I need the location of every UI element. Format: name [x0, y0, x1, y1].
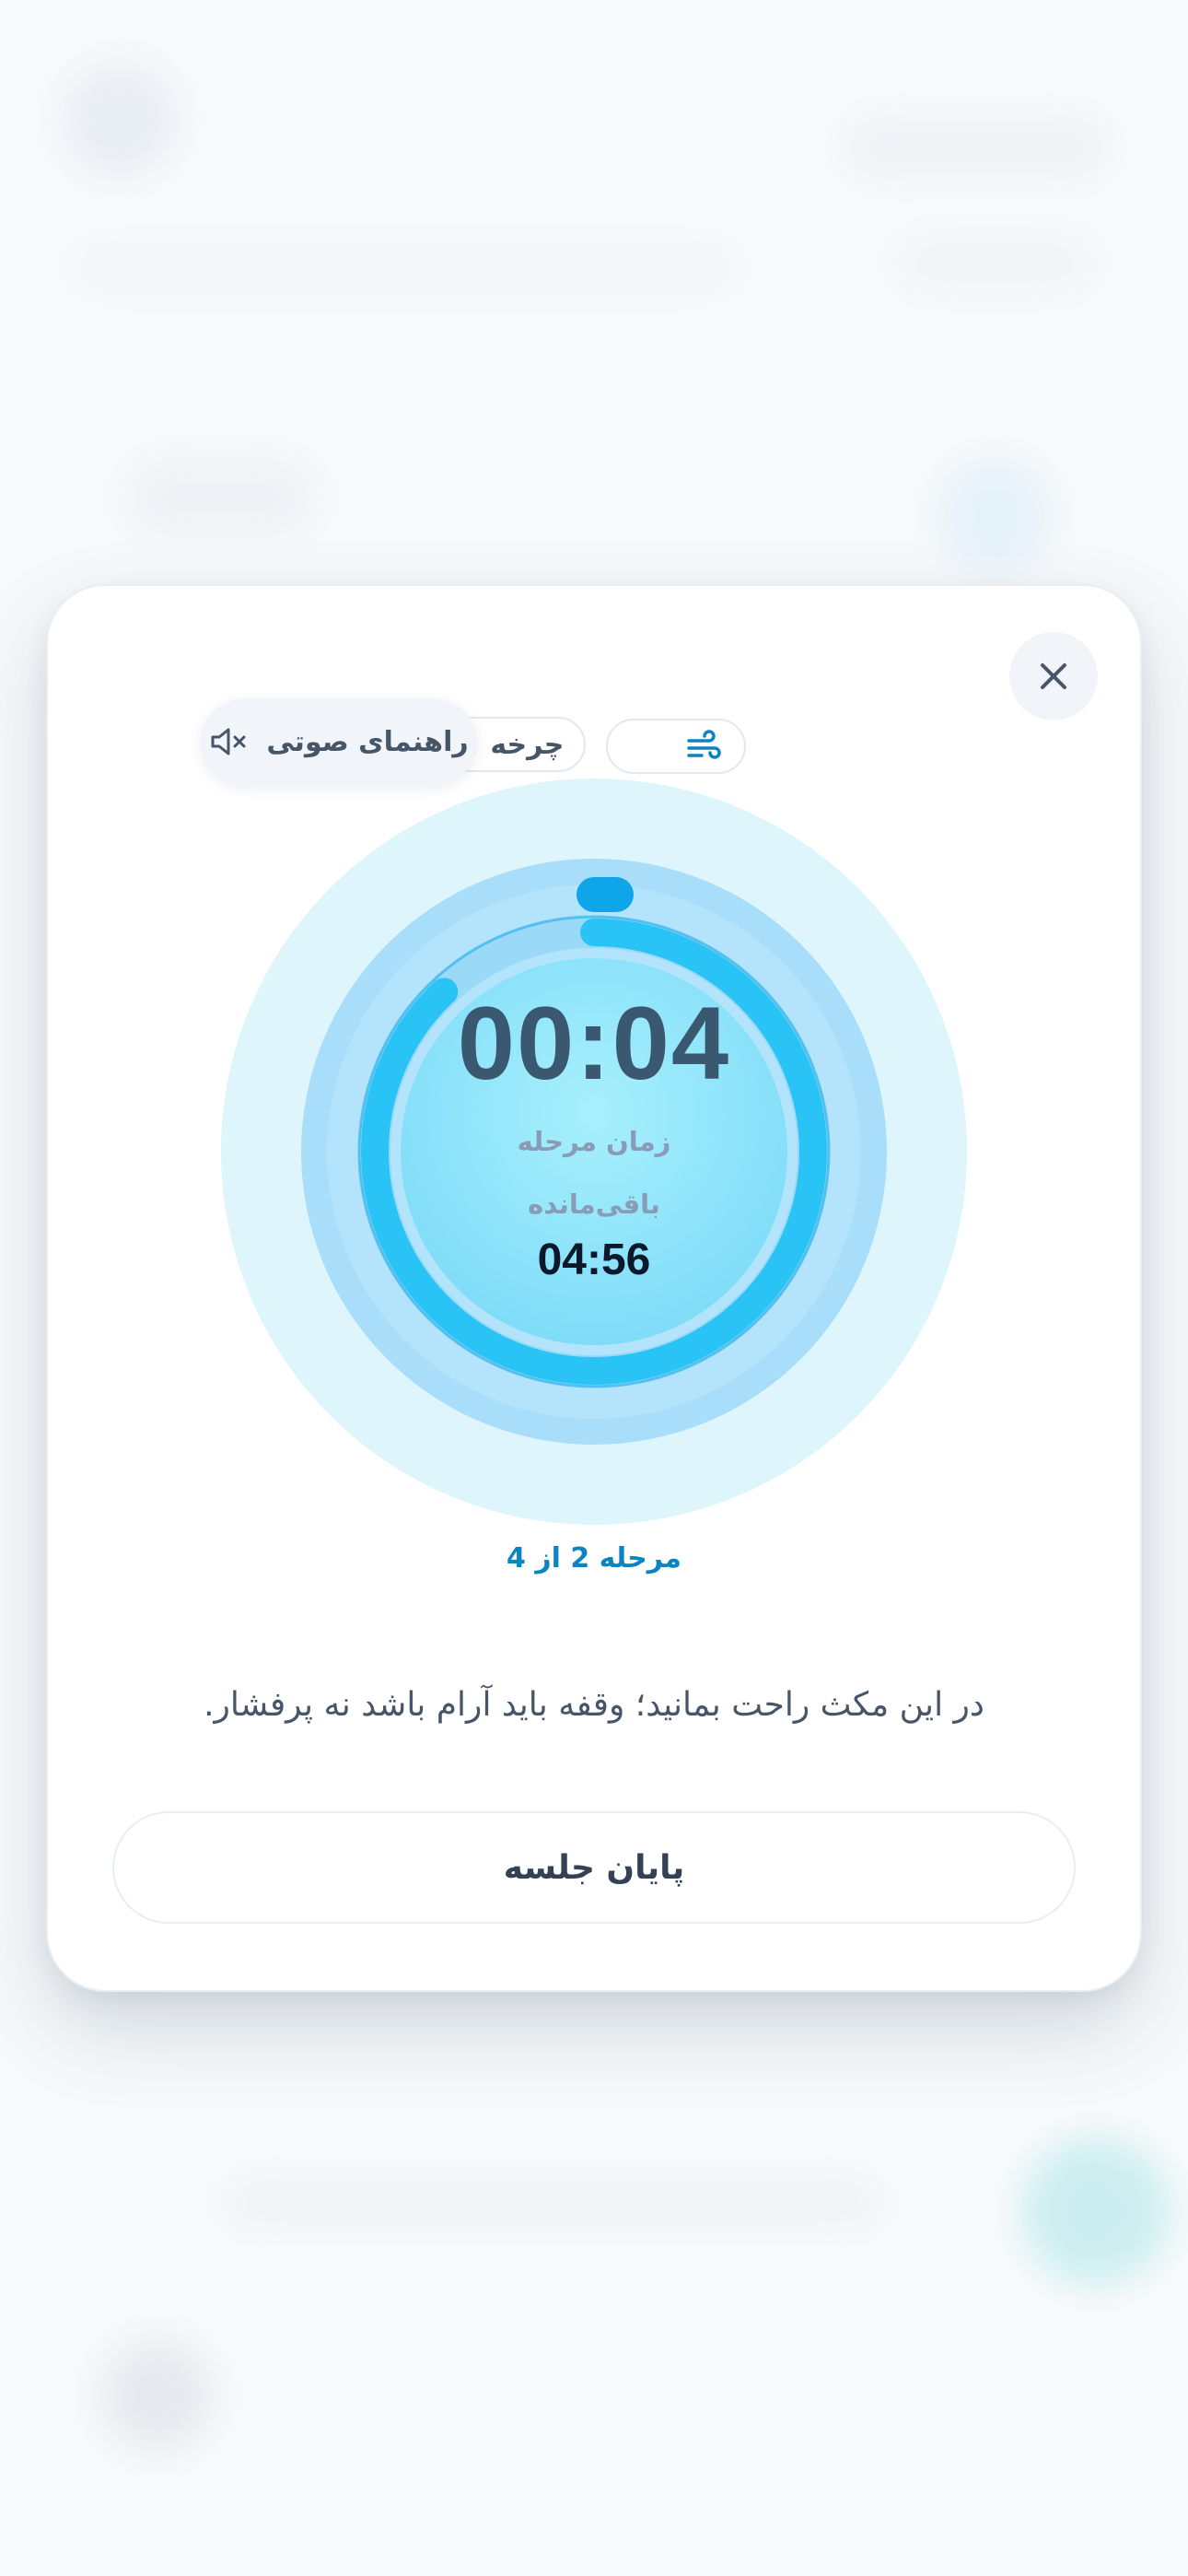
breathing-ring [221, 779, 967, 1525]
phase-time-label: زمان مرحله [517, 1126, 671, 1157]
end-session-button[interactable]: پایان جلسه [112, 1811, 1076, 1924]
remaining-label: باقی‌مانده [528, 1188, 660, 1220]
phase-indicator-dot [577, 877, 634, 912]
instruction-text: در این مکث راحت بمانید؛ وقفه باید آرام ب… [204, 1686, 984, 1724]
remaining-time: 04:56 [537, 1235, 651, 1284]
end-session-label: پایان جلسه [503, 1848, 685, 1887]
phase-timer: 00:04 [457, 986, 731, 1101]
step-progress: مرحله 2 از 4 [507, 1542, 681, 1575]
